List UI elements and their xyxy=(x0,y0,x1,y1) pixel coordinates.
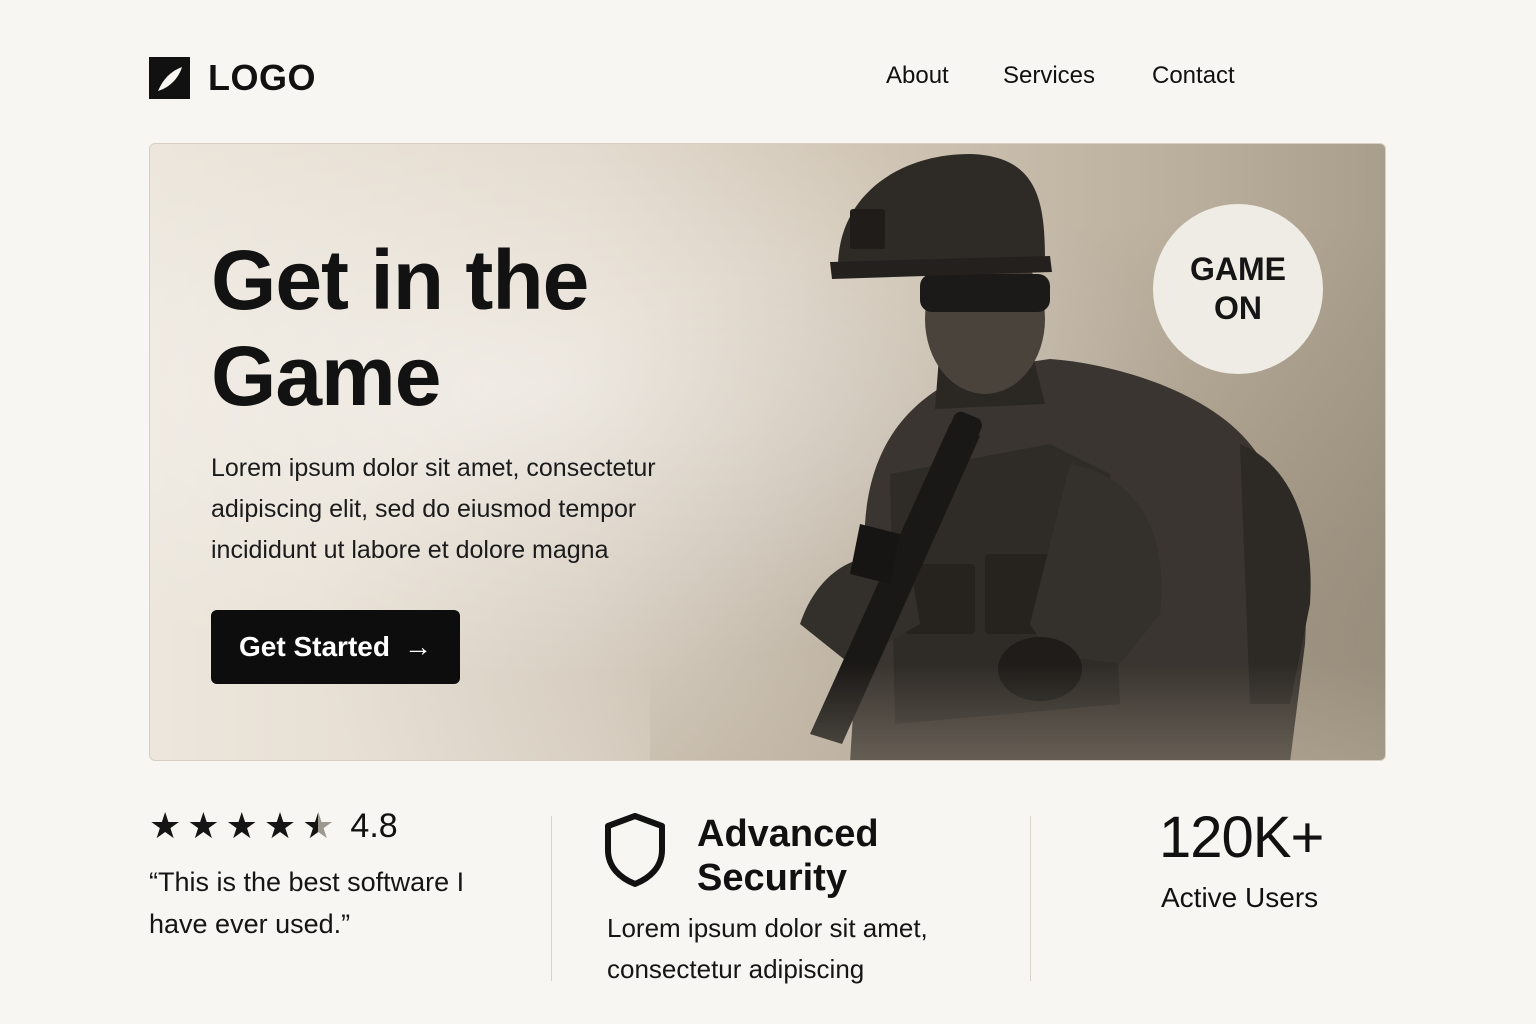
get-started-button[interactable]: Get Started → xyxy=(211,610,460,684)
hero-title: Get in the Game xyxy=(211,233,589,423)
half-star-icon: ★ xyxy=(302,805,335,846)
nav-services[interactable]: Services xyxy=(1003,60,1095,92)
get-started-label: Get Started xyxy=(239,631,390,662)
active-users-label: Active Users xyxy=(1161,882,1319,913)
badge-line-1: GAME xyxy=(1190,251,1286,287)
logo-text: LOGO xyxy=(208,57,316,98)
star-icon: ★ xyxy=(149,805,182,846)
landing-page: LOGO About Services Contact Get in the G… xyxy=(0,0,1536,1024)
rating-section: ★ ★ ★ ★ ★ 4.8 “This is the best software… xyxy=(149,806,509,945)
rating-value: 4.8 xyxy=(350,807,398,845)
star-rating: ★ ★ ★ ★ ★ 4.8 xyxy=(149,806,509,846)
testimonial-quote: “This is the best software I have ever u… xyxy=(149,867,465,939)
users-stat: 120K+ Active Users xyxy=(1159,805,1324,916)
divider xyxy=(1030,816,1031,981)
active-users-count: 120K+ xyxy=(1159,805,1324,870)
hero-banner: Get in the Game Lorem ipsum dolor sit am… xyxy=(149,143,1386,761)
badge-line-2: ON xyxy=(1214,290,1262,326)
logo[interactable]: LOGO xyxy=(149,57,316,99)
star-icon: ★ xyxy=(187,805,220,846)
star-icon: ★ xyxy=(263,805,297,846)
logo-mark-icon xyxy=(149,57,190,99)
nav-about[interactable]: About xyxy=(886,60,949,92)
security-description: Lorem ipsum dolor sit amet, consectetur … xyxy=(607,913,928,984)
shield-icon xyxy=(605,813,665,887)
star-icon: ★ xyxy=(225,805,258,846)
security-title: Advanced Security xyxy=(697,813,879,899)
hero-description: Lorem ipsum dolor sit amet, consectetur … xyxy=(211,454,656,564)
arrow-right-icon: → xyxy=(403,631,432,662)
nav-contact[interactable]: Contact xyxy=(1152,60,1235,92)
game-on-badge: GAME ON xyxy=(1153,204,1323,374)
divider xyxy=(551,816,552,981)
